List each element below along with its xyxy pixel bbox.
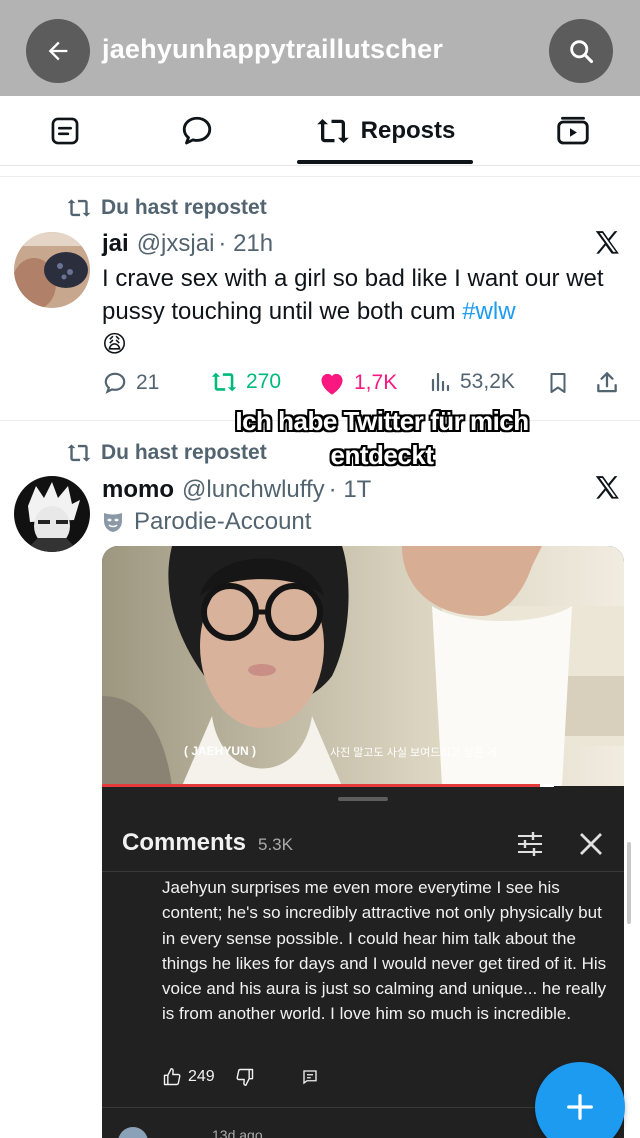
share-icon (597, 372, 617, 393)
avatar-image (14, 232, 90, 308)
heart-icon (321, 373, 343, 395)
overlay-line-1: Ich habe Twitter für mich (235, 406, 529, 436)
reply-icon (104, 372, 126, 394)
thumbs-down-icon (236, 1068, 253, 1087)
next-comment-meta: 13d ago (162, 1127, 263, 1138)
profile-title: jaehyunhappytraillutscher (102, 34, 444, 64)
author-name[interactable]: momo (102, 476, 174, 504)
repost-icon (316, 119, 349, 143)
repost-icon (67, 199, 91, 217)
parody-label: Parodie-Account (134, 508, 312, 535)
views-icon (431, 372, 450, 392)
video-overlay-caption: Ich habe Twitter für mich entdeckt (170, 404, 594, 472)
tab-reposts[interactable]: Reposts (297, 96, 473, 166)
comment-text: Jaehyun surprises me even more everytime… (162, 878, 607, 1024)
like-button[interactable]: 1,7K (318, 370, 397, 396)
tab-posts[interactable] (30, 96, 100, 166)
repost-indicator: Du hast repostet (66, 196, 267, 220)
repost-button[interactable]: 270 (210, 370, 281, 394)
share-button[interactable] (594, 370, 620, 396)
thumbs-up-icon (163, 1067, 181, 1086)
like-count: 1,7K (354, 371, 398, 394)
author-handle[interactable]: @jxsjai (137, 230, 215, 258)
reply-button[interactable]: 21 (102, 370, 159, 396)
parody-mask-icon (104, 513, 122, 532)
avatar-image (14, 476, 90, 552)
next-comment-time: 13d ago (212, 1127, 263, 1138)
search-icon (570, 40, 594, 64)
video-caption-name: ( JAEHYUN ) (184, 744, 257, 758)
tab-media[interactable] (538, 96, 608, 166)
back-button[interactable] (26, 19, 90, 83)
parody-badge: Parodie-Account (102, 508, 311, 536)
active-tab-indicator (297, 160, 473, 164)
bookmark-icon (550, 373, 566, 393)
post-text: I crave sex with a girl so bad like I wa… (102, 262, 622, 361)
post-author-line: momo @lunchwluffy · 1T (102, 476, 371, 504)
replies-tab-icon (182, 116, 212, 145)
reply-comment-icon (303, 1070, 317, 1085)
comments-count: 5.3K (258, 835, 293, 854)
bookmark-button[interactable] (546, 370, 570, 396)
profile-header: jaehyunhappytraillutscher (0, 0, 640, 96)
repost-label: Du hast repostet (101, 196, 267, 219)
post-actions: 21 270 1,7K 53,2K (102, 370, 622, 400)
repost-icon (211, 372, 237, 392)
post-media[interactable]: ( JAEHYUN ) 사진 말고도 사실 보여드리고 싶은 게 Comment… (102, 546, 624, 1138)
comments-title: Comments (122, 829, 247, 856)
posts-tab-icon (51, 117, 79, 145)
comment-actions: 249 (162, 1067, 319, 1087)
avatar[interactable] (14, 476, 90, 552)
views-button[interactable]: 53,2K (428, 370, 515, 394)
author-name[interactable]: jai (102, 230, 129, 258)
comment-like-count: 249 (188, 1068, 215, 1085)
close-icon (580, 833, 602, 855)
sheet-handle (338, 797, 388, 801)
search-button[interactable] (549, 19, 613, 83)
avatar (118, 1127, 148, 1138)
filter-icon (518, 832, 542, 856)
plus-icon (567, 1094, 593, 1120)
x-logo-icon (595, 231, 619, 254)
tab-replies[interactable] (162, 96, 232, 166)
post-author-line: jai @jxsjai · 21h (102, 230, 273, 258)
post-text-body: I crave sex with a girl so bad like I wa… (102, 265, 604, 325)
comments-divider (102, 871, 624, 872)
views-count: 53,2K (460, 370, 515, 393)
avatar[interactable] (14, 232, 90, 308)
back-arrow-icon (48, 41, 68, 61)
media-tab-icon (557, 116, 589, 145)
profile-tabs: Reposts (0, 96, 640, 166)
video-caption-subtitle: 사진 말고도 사실 보여드리고 싶은 게 (330, 747, 498, 759)
post-divider (0, 176, 640, 177)
post-emoji: 😩 (102, 331, 128, 358)
post-time: · 21h (218, 230, 274, 257)
repost-icon (67, 444, 91, 462)
hashtag-link[interactable]: #wlw (462, 298, 515, 325)
tab-reposts-label: Reposts (360, 117, 456, 144)
x-logo-icon (595, 476, 619, 499)
scrollbar[interactable] (627, 842, 631, 924)
post-time: · 1T (328, 476, 372, 503)
author-handle[interactable]: @lunchwluffy (182, 476, 325, 504)
repost-count: 270 (246, 370, 282, 393)
overlay-line-2: entdeckt (330, 440, 434, 470)
reply-count: 21 (136, 371, 160, 394)
